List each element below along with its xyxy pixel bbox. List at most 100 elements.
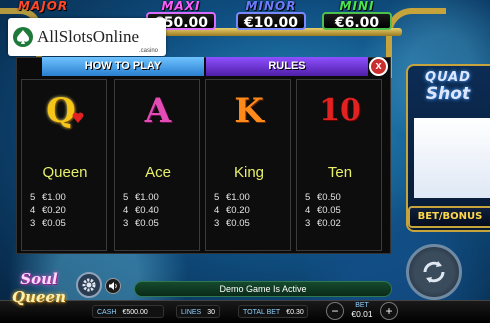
- soul-queen-logo-line1: Soul: [20, 270, 58, 288]
- pay-count: 3: [305, 218, 311, 229]
- paytable-card-king: K King 5 €1.00 4 €0.20 3 €0.05: [205, 79, 291, 251]
- pay-value: €0.05: [42, 218, 66, 229]
- bet-decrease-button[interactable]: −: [326, 302, 344, 320]
- pay-value: €0.02: [317, 218, 341, 229]
- heart-icon: [72, 112, 84, 123]
- pay-value: €0.05: [226, 218, 250, 229]
- sound-button[interactable]: [105, 278, 121, 294]
- total-bet-display: TOTAL BET €0.30: [238, 305, 308, 318]
- symbol-king: K: [206, 88, 292, 134]
- lines-label: LINES: [181, 309, 202, 316]
- tab-how-to-play[interactable]: HOW TO PLAY: [42, 57, 204, 76]
- pay-row: 3 €0.05: [30, 217, 102, 230]
- pay-value: €0.40: [135, 205, 159, 216]
- paytable-card-ace: A Ace 5 €1.00 4 €0.40 3 €0.05: [114, 79, 200, 251]
- cash-label: CASH: [97, 309, 117, 316]
- soul-queen-logo: Soul Queen: [2, 270, 76, 320]
- pay-count: 4: [30, 205, 36, 216]
- pay-count: 4: [214, 205, 220, 216]
- pay-value: €0.50: [317, 192, 341, 203]
- symbol-ten: 10: [297, 88, 383, 134]
- watermark-sub: .casino: [138, 48, 158, 54]
- pay-count: 3: [123, 218, 129, 229]
- jackpot-maxi-label: MAXI: [161, 0, 201, 13]
- card-name-queen: Queen: [42, 164, 88, 181]
- paytable-card-queen: Q Queen 5 €1.00 4 €0.20 3 €0.05: [21, 79, 107, 251]
- lines-display: LINES 30: [176, 305, 220, 318]
- symbol-ten-letter: 10: [319, 93, 361, 128]
- quad-shot-logo: QUAD Shot: [412, 70, 484, 110]
- card-name-ten: Ten: [327, 164, 353, 181]
- pay-row: 5 €1.00: [214, 191, 286, 204]
- status-message: Demo Game Is Active: [134, 281, 392, 297]
- symbol-king-letter: K: [234, 91, 264, 131]
- pay-count: 4: [123, 205, 129, 216]
- symbol-queen-letter: Q: [46, 91, 76, 131]
- pay-row: 3 €0.05: [123, 217, 195, 230]
- jackpot-mini-label: MINI: [339, 0, 375, 13]
- quad-shot-logo-line2: Shot: [425, 84, 471, 104]
- bet-bonus-button[interactable]: BET/BONUS: [408, 206, 490, 228]
- watermark-logo: AllSlotsOnline .casino: [8, 18, 166, 56]
- bet-label: BET: [355, 302, 369, 309]
- speaker-icon: [109, 282, 117, 290]
- pay-count: 5: [214, 192, 220, 203]
- symbol-ace-letter: A: [144, 91, 172, 131]
- pay-value: €0.20: [226, 205, 250, 216]
- gear-icon: [82, 278, 96, 292]
- jackpot-minor-label: MINOR: [245, 0, 297, 13]
- watermark-text: AllSlotsOnline: [37, 27, 140, 46]
- pay-row: 3 €0.05: [214, 217, 286, 230]
- settings-button[interactable]: [76, 272, 102, 298]
- pay-count: 5: [305, 192, 311, 203]
- pay-value: €0.20: [42, 205, 66, 216]
- pay-row: 4 €0.40: [123, 204, 195, 217]
- pay-list-ten: 5 €0.50 4 €0.05 3 €0.02: [305, 191, 377, 230]
- jackpot-mini-value: €6.00: [322, 12, 392, 31]
- pay-count: 3: [214, 218, 220, 229]
- pay-count: 3: [30, 218, 36, 229]
- pay-count: 4: [305, 205, 311, 216]
- symbol-ace: A: [115, 88, 201, 134]
- pay-value: €0.05: [317, 205, 341, 216]
- pay-list-ace: 5 €1.00 4 €0.40 3 €0.05: [123, 191, 195, 230]
- pay-row: 5 €1.00: [123, 191, 195, 204]
- cash-display: CASH €500.00: [92, 305, 164, 318]
- card-name-king: King: [233, 164, 265, 181]
- total-bet-value: €0.30: [286, 309, 304, 316]
- pay-count: 5: [123, 192, 129, 203]
- soul-queen-logo-line2: Queen: [12, 288, 66, 306]
- lines-value: 30: [207, 309, 216, 316]
- spin-button[interactable]: [406, 244, 462, 300]
- jackpot-mini: MINI €6.00: [322, 0, 392, 31]
- pay-list-king: 5 €1.00 4 €0.20 3 €0.05: [214, 191, 286, 230]
- cash-value: €500.00: [122, 309, 148, 316]
- side-panel-display: [414, 118, 490, 198]
- pay-value: €1.00: [135, 192, 159, 203]
- quad-shot-logo-line1: QUAD: [425, 70, 471, 85]
- bet-display: BET €0.01: [346, 301, 378, 321]
- spade-icon: [12, 26, 34, 48]
- total-bet-label: TOTAL BET: [243, 309, 281, 316]
- jackpot-minor: MINOR €10.00: [236, 0, 306, 31]
- pay-row: 5 €1.00: [30, 191, 102, 204]
- symbol-queen: Q: [22, 88, 108, 134]
- pay-count: 5: [30, 192, 36, 203]
- pay-row: 4 €0.20: [30, 204, 102, 217]
- bet-increase-button[interactable]: +: [380, 302, 398, 320]
- jackpot-major-label: MAJOR: [18, 0, 69, 13]
- pay-row: 4 €0.05: [305, 204, 377, 217]
- tab-rules[interactable]: RULES: [206, 57, 368, 76]
- jackpot-minor-value: €10.00: [236, 12, 306, 31]
- spin-arrows-icon: [423, 261, 445, 283]
- pay-list-queen: 5 €1.00 4 €0.20 3 €0.05: [30, 191, 102, 230]
- close-button[interactable]: x: [369, 57, 388, 76]
- card-name-ace: Ace: [145, 164, 171, 181]
- bet-value: €0.01: [351, 309, 373, 319]
- pay-value: €1.00: [226, 192, 250, 203]
- pay-row: 3 €0.02: [305, 217, 377, 230]
- pay-value: €0.05: [135, 218, 159, 229]
- pay-row: 5 €0.50: [305, 191, 377, 204]
- pay-row: 4 €0.20: [214, 204, 286, 217]
- pay-value: €1.00: [42, 192, 66, 203]
